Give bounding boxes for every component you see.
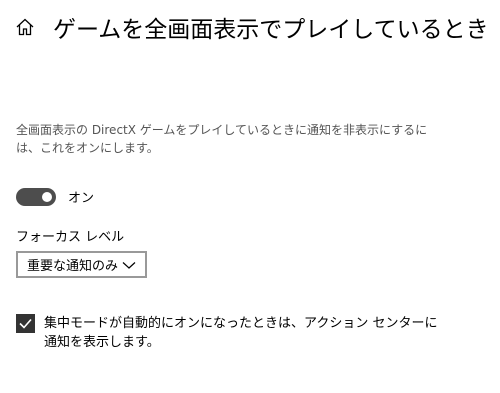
header: ゲームを全画面表示でプレイしているとき bbox=[14, 10, 489, 44]
focus-level-selected-value: 重要な通知のみ bbox=[27, 259, 119, 274]
toggle-knob bbox=[42, 191, 52, 202]
toggle-state-label: オン bbox=[68, 191, 95, 206]
focus-level-label: フォーカス レベル bbox=[16, 230, 125, 245]
checkmark-icon bbox=[19, 318, 32, 329]
action-center-checkbox-label: 集中モードが自動的にオンになったときは、アクション センターに通知を表示します。 bbox=[44, 316, 438, 350]
focus-toggle-switch[interactable] bbox=[16, 187, 56, 206]
description-text: 全画面表示の DirectX ゲームをプレイしているときに通知を非表示にするには… bbox=[16, 123, 428, 155]
focus-level-dropdown[interactable]: 重要な通知のみ bbox=[16, 251, 147, 278]
toggle-row: オン bbox=[16, 187, 94, 206]
home-icon[interactable] bbox=[14, 16, 36, 38]
action-center-option-row: 集中モードが自動的にオンになったときは、アクション センターに通知を表示します。 bbox=[16, 314, 444, 352]
chevron-down-icon bbox=[122, 260, 136, 270]
action-center-checkbox[interactable] bbox=[16, 314, 35, 333]
page-title: ゲームを全画面表示でプレイしているとき bbox=[53, 17, 489, 43]
